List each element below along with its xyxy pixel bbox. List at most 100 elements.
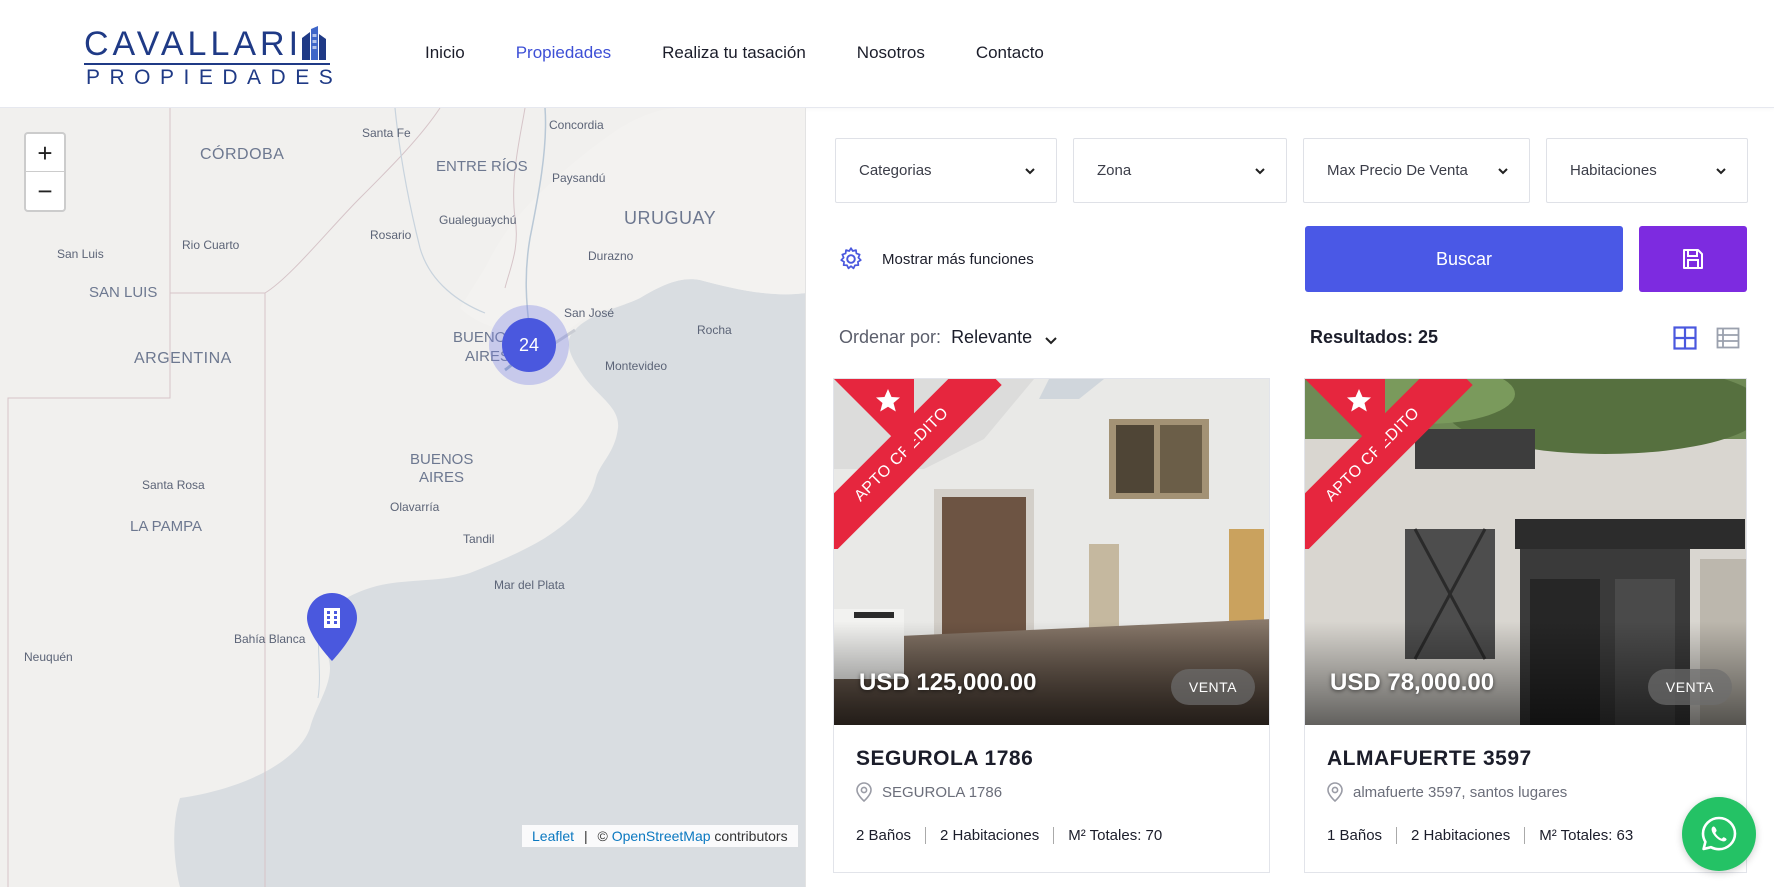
sort-control: Ordenar por: Relevante [839,327,1058,348]
search-button[interactable]: Buscar [1305,226,1623,292]
attribution-copyright: © [597,828,608,844]
property-map[interactable]: CÓRDOBA ENTRE RÍOS URUGUAY SAN LUIS ARGE… [0,108,806,887]
map-label-argentina: ARGENTINA [134,350,232,367]
nav-item-inicio[interactable]: Inicio [425,41,465,65]
map-label-rosario: Rosario [370,228,412,242]
logo-wordmark-bottom: PROPIEDADES [86,66,343,89]
nav-item-propiedades[interactable]: Propiedades [516,41,611,65]
map-label-paysandu: Paysandú [552,171,606,185]
map-label-montevideo: Montevideo [605,359,668,373]
zoom-out-button[interactable]: − [26,172,64,210]
map-property-pin-icon[interactable] [305,591,359,663]
listing-address: almafuerte 3597, santos lugares [1327,782,1567,802]
map-zoom-control: + − [24,132,66,212]
listing-baths: 2 Baños [856,827,912,844]
filter-zona[interactable]: Zona [1073,138,1287,203]
map-label-santa-rosa: Santa Rosa [142,478,205,492]
map-label-buenos-aires-prov: BUENOS [410,451,474,468]
filter-label: Zona [1097,162,1132,179]
attribution-contributors: contributors [714,828,788,844]
location-pin-icon [1327,782,1343,802]
map-label-san-luis-prov: SAN LUIS [89,284,158,301]
nav-item-nosotros[interactable]: Nosotros [857,41,925,65]
attribution-separator: | [583,828,588,844]
listing-features: 2 Baños 2 Habitaciones M² Totales: 70 [856,827,1162,844]
map-label-bahia-blanca: Bahía Blanca [234,632,306,646]
listing-features: 1 Baños 2 Habitaciones M² Totales: 63 [1327,827,1633,844]
listing-rooms: 2 Habitaciones [1411,827,1511,844]
map-label-cordoba: CÓRDOBA [200,146,285,163]
save-search-button[interactable] [1639,226,1747,292]
map-label-neuquen: Neuquén [24,650,73,664]
osm-link[interactable]: OpenStreetMap [612,828,711,844]
map-label-olavarria: Olavarría [390,500,440,514]
map-label-rio-cuarto: Rio Cuarto [182,238,240,252]
nav-item-tasacion[interactable]: Realiza tu tasación [662,41,806,65]
main-nav: Inicio Propiedades Realiza tu tasación N… [425,41,1095,65]
listing-price: USD 78,000.00 [1330,669,1495,696]
listing-address-text: almafuerte 3597, santos lugares [1353,783,1568,801]
map-label-san-luis: San Luis [57,247,104,261]
map-cluster-marker[interactable]: 24 [489,305,569,385]
map-label-rocha: Rocha [697,323,732,337]
brand-logo[interactable]: CAVALLARI PROPIEDADES [84,24,334,89]
divider [1524,827,1526,844]
site-header: CAVALLARI PROPIEDADES Inicio Propiedades… [0,0,1774,108]
listing-card[interactable]: APTO CREDITO USD 78,000.00 VENTA ALMAFUE… [1304,378,1747,873]
listing-photo: APTO CREDITO USD 125,000.00 VENTA [834,379,1269,725]
listing-address-text: SEGUROLA 1786 [882,783,1003,801]
filter-label: Categorias [859,162,932,179]
star-icon[interactable] [1305,379,1385,459]
filter-max-precio[interactable]: Max Precio De Venta [1303,138,1530,203]
chevron-down-icon [1498,168,1508,175]
listing-address: SEGUROLA 1786 [856,782,1002,802]
gear-icon [840,247,862,270]
location-pin-icon [856,782,872,802]
map-label-buenos-aires-prov-2: AIRES [419,469,465,486]
map-label-concordia: Concordia [549,118,604,132]
list-view-icon[interactable] [1716,326,1740,350]
cluster-count: 24 [502,318,556,372]
filter-categorias[interactable]: Categorias [835,138,1057,203]
listing-title[interactable]: ALMAFUERTE 3597 [1327,747,1532,771]
map-label-tandil: Tandil [463,532,495,546]
divider [1396,827,1398,844]
save-icon [1683,249,1703,269]
listing-photo: APTO CREDITO USD 78,000.00 VENTA [1305,379,1746,725]
chevron-down-icon [1716,168,1726,175]
map-label-entre-rios: ENTRE RÍOS [436,158,528,175]
whatsapp-icon [1701,816,1737,851]
logo-wordmark-top: CAVALLARI [84,25,303,63]
map-attribution: Leaflet | © OpenStreetMap contributors [522,825,798,847]
map-label-uruguay: URUGUAY [624,208,717,228]
map-label-santa-fe: Santa Fe [362,126,411,140]
zoom-in-button[interactable]: + [26,134,64,172]
listing-card[interactable]: APTO CREDITO USD 125,000.00 VENTA SEGURO… [833,378,1270,873]
listing-title[interactable]: SEGUROLA 1786 [856,747,1033,771]
chevron-down-icon[interactable] [1044,333,1058,347]
more-features-label: Mostrar más funciones [882,250,1034,268]
sort-select[interactable]: Relevante [951,327,1032,348]
operation-badge: VENTA [1170,669,1255,705]
more-features-toggle[interactable]: Mostrar más funciones [838,246,1034,272]
listing-rooms: 2 Habitaciones [940,827,1040,844]
whatsapp-button[interactable] [1682,797,1756,871]
listing-area: M² Totales: 63 [1539,827,1634,844]
building-logo-icon [302,26,326,60]
operation-badge: VENTA [1647,669,1732,705]
star-icon[interactable] [834,379,914,459]
divider [925,827,927,844]
map-label-san-jose: San José [564,306,615,320]
results-count: Resultados: 25 [1310,327,1439,347]
nav-item-contacto[interactable]: Contacto [976,41,1044,65]
leaflet-link[interactable]: Leaflet [532,828,574,844]
filter-habitaciones[interactable]: Habitaciones [1546,138,1748,203]
map-label-mar-del-plata: Mar del Plata [494,578,565,592]
listing-area: M² Totales: 70 [1068,827,1163,844]
chevron-down-icon [1025,168,1035,175]
grid-view-icon[interactable] [1673,326,1697,350]
chevron-down-icon [1255,168,1265,175]
map-label-la-pampa: LA PAMPA [130,518,202,535]
map-label-durazno: Durazno [588,249,634,263]
map-label-gualeguaychu: Gualeguaychú [439,213,517,227]
